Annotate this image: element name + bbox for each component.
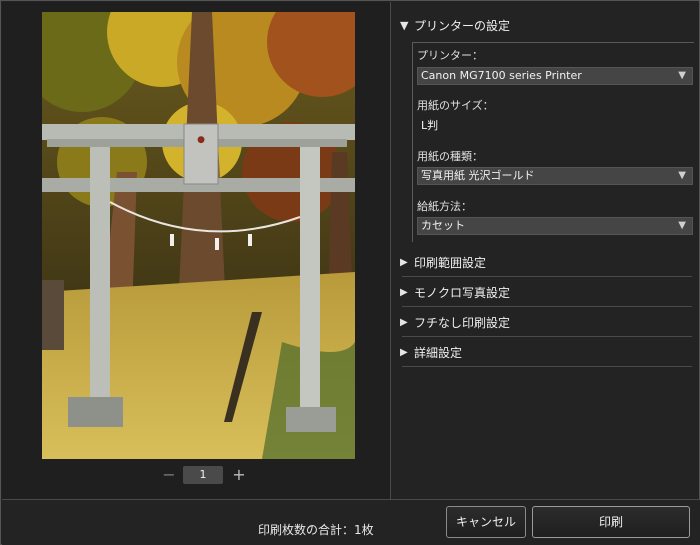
paper-source-select[interactable]: カセット ▼ (417, 217, 693, 235)
monochrome-section-header[interactable]: ▶ モノクロ写真設定 (400, 281, 692, 303)
previous-page-button[interactable]: − (159, 464, 179, 486)
torii-gate-photo: ● (42, 12, 355, 459)
printer-settings-panel: プリンター： Canon MG7100 series Printer ▼ 用紙の… (412, 42, 694, 242)
section-title: 詳細設定 (414, 345, 463, 360)
printer-select-value: Canon MG7100 series Printer (421, 69, 582, 82)
dialog-footer: 印刷枚数の合計：1枚 キャンセル 印刷 (2, 499, 700, 545)
triangle-down-icon: ▼ (400, 18, 409, 32)
divider (402, 336, 692, 337)
svg-text:●: ● (197, 135, 205, 145)
page-navigator: − 1 + (2, 464, 391, 486)
paper-source-select-value: カセット (421, 219, 465, 232)
media-type-select-value: 写真用紙 光沢ゴールド (421, 169, 535, 182)
next-page-button[interactable]: + (229, 464, 249, 486)
print-range-section-header[interactable]: ▶ 印刷範囲設定 (400, 251, 692, 273)
section-title: プリンターの設定 (414, 18, 511, 33)
divider (402, 366, 692, 367)
section-title: モノクロ写真設定 (414, 285, 511, 300)
borderless-section-header[interactable]: ▶ フチなし印刷設定 (400, 311, 692, 333)
triangle-right-icon: ▶ (400, 346, 408, 358)
section-title: フチなし印刷設定 (414, 315, 511, 330)
cancel-button[interactable]: キャンセル (446, 506, 526, 538)
divider (402, 276, 692, 277)
printer-settings-section-header[interactable]: ▼ プリンターの設定 (400, 14, 692, 36)
preview-pane: ● − 1 + (2, 2, 391, 499)
media-type-select[interactable]: 写真用紙 光沢ゴールド ▼ (417, 167, 693, 185)
paper-source-label: 給紙方法： (417, 200, 472, 213)
dropdown-arrow-icon: ▼ (678, 70, 686, 81)
media-type-label: 用紙の種類： (417, 150, 483, 163)
printer-select[interactable]: Canon MG7100 series Printer ▼ (417, 67, 693, 85)
triangle-right-icon: ▶ (400, 286, 408, 298)
triangle-right-icon: ▶ (400, 256, 408, 268)
paper-size-label: 用紙のサイズ： (417, 99, 494, 112)
settings-pane: ▼ プリンターの設定 プリンター： Canon MG7100 series Pr… (392, 2, 699, 499)
section-title: 印刷範囲設定 (414, 255, 487, 270)
divider (402, 306, 692, 307)
dropdown-arrow-icon: ▼ (678, 220, 686, 231)
dropdown-arrow-icon: ▼ (678, 170, 686, 181)
print-button[interactable]: 印刷 (532, 506, 690, 538)
triangle-right-icon: ▶ (400, 316, 408, 328)
paper-size-value: L判 (421, 119, 439, 132)
print-total-count: 印刷枚数の合計：1枚 (258, 523, 374, 537)
advanced-section-header[interactable]: ▶ 詳細設定 (400, 341, 692, 363)
printer-label: プリンター： (417, 49, 483, 62)
photo-preview: ● (42, 12, 355, 459)
page-number-field[interactable]: 1 (183, 466, 223, 484)
print-dialog: ● − 1 + ▼ プリンターの設定 プリンター： Canon MG7100 s… (0, 0, 700, 545)
